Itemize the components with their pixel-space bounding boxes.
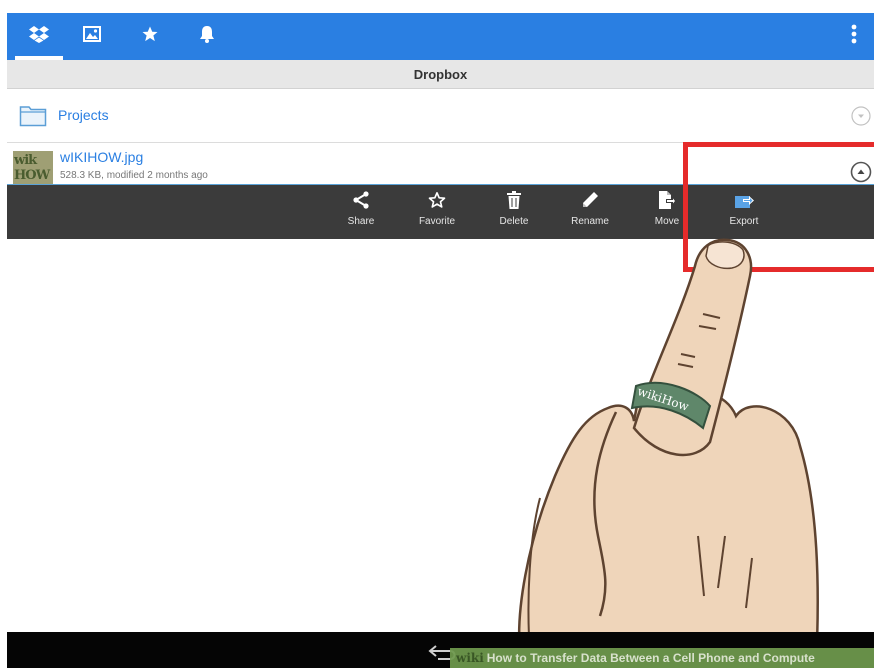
- pointing-hand-illustration: wikiHow: [500, 236, 874, 668]
- expand-menu-icon[interactable]: [851, 106, 871, 126]
- rename-label: Rename: [571, 216, 609, 227]
- delete-button[interactable]: Delete: [484, 189, 544, 237]
- share-label: Share: [347, 216, 375, 227]
- folder-name: Projects: [58, 107, 109, 123]
- file-details: 528.3 KB, modified 2 months ago: [60, 170, 208, 181]
- share-icon: [350, 189, 372, 211]
- share-button[interactable]: Share: [331, 189, 391, 237]
- dropbox-icon: [29, 25, 49, 48]
- notifications-bell-icon: [199, 25, 215, 48]
- watermark-brand: wiki: [456, 651, 484, 665]
- pencil-icon: [579, 189, 601, 211]
- wikihow-watermark: wiki How to Transfer Data Between a Cell…: [450, 648, 874, 668]
- tab-notifications[interactable]: [183, 13, 231, 60]
- rename-button[interactable]: Rename: [560, 189, 620, 237]
- tab-photos[interactable]: [68, 13, 116, 60]
- overflow-menu-icon: [851, 24, 857, 49]
- folder-icon: [19, 103, 47, 132]
- move-label: Move: [654, 216, 680, 227]
- favorite-button[interactable]: Favorite: [407, 189, 467, 237]
- watermark-title: How to Transfer Data Between a Cell Phon…: [486, 651, 815, 665]
- tab-dropbox[interactable]: [15, 13, 63, 60]
- trash-icon: [503, 189, 525, 211]
- favorite-label: Favorite: [418, 216, 456, 227]
- top-app-bar: [7, 13, 874, 60]
- tab-favorites[interactable]: [126, 13, 174, 60]
- file-name: wIKIHOW.jpg: [60, 149, 144, 165]
- photos-icon: [83, 26, 101, 47]
- current-folder-title: Dropbox: [7, 60, 874, 89]
- move-file-icon: [656, 189, 678, 211]
- dropbox-app-screen: Dropbox Projects wik HOW wIKIHOW.jpg 528…: [0, 0, 874, 668]
- image-thumbnail: wik HOW: [13, 151, 53, 184]
- delete-label: Delete: [499, 216, 529, 227]
- file-list-item-projects[interactable]: Projects: [7, 89, 874, 143]
- favorites-star-icon: [141, 25, 159, 48]
- star-outline-icon: [426, 189, 448, 211]
- overflow-menu-button[interactable]: [840, 13, 868, 60]
- export-highlight-box: [683, 142, 874, 272]
- ring-text: wikiHow: [635, 384, 691, 414]
